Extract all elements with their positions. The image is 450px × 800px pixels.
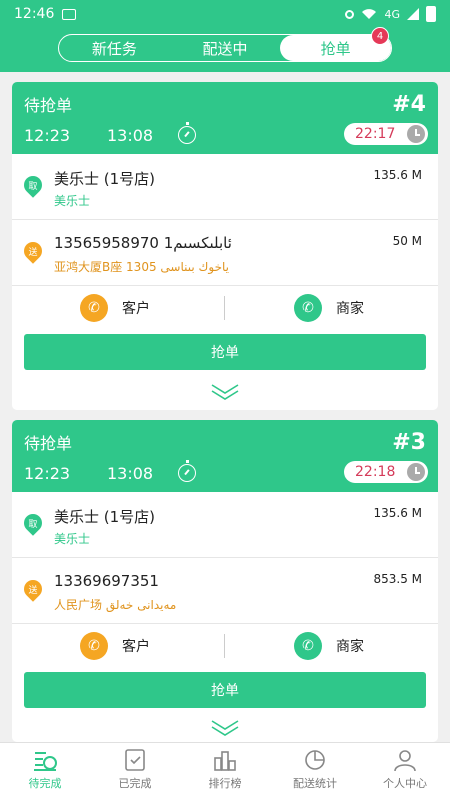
dropoff-sub: 人民广场 مەيدانى خەلق (54, 598, 177, 612)
tab-label: 新任务 (91, 39, 137, 58)
order-card: 待抢单 #3 12:23 13:08 22:18 取 美乐士 (1号店) 美乐士… (12, 420, 438, 742)
deadline-pill: 22:17 (344, 123, 428, 145)
stopwatch-icon (178, 460, 196, 482)
order-tabs: 新任务 配送中 抢单 4 (58, 27, 392, 62)
nav-label: 个人中心 (383, 777, 427, 790)
pin-label: 送 (28, 585, 38, 596)
pin-label: 送 (28, 247, 38, 258)
pickup-row[interactable]: 取 美乐士 (1号店) 美乐士 135.6 M (12, 154, 438, 220)
order-number: #3 (392, 430, 426, 455)
divider (224, 634, 225, 658)
signal-icon (407, 8, 419, 20)
network-label: 4G (384, 7, 400, 21)
order-status: 待抢单 (24, 96, 73, 115)
grab-order-button[interactable]: 抢单 (24, 672, 426, 708)
pickup-pin-icon: 取 (20, 172, 46, 198)
deadline-time: 22:18 (355, 464, 396, 480)
ranking-icon (214, 751, 236, 771)
pickup-name: 美乐士 (1号店) (54, 508, 156, 526)
dropoff-distance: 50 M (392, 234, 422, 248)
order-start-time: 12:23 (24, 464, 71, 483)
bottom-nav: 待完成 已完成 排行榜 配送统计 个人中心 (0, 742, 450, 800)
dropoff-row[interactable]: 送 13565958970 1ئابلىكسىم 亚鸿大厦B座 1305 ياخ… (12, 220, 438, 286)
tab-new-tasks[interactable]: 新任务 (59, 35, 170, 61)
call-row: ✆ 客户 ✆ 商家 (12, 286, 438, 330)
order-end-time: 13:08 (107, 126, 154, 145)
deadline-time: 22:17 (355, 126, 396, 142)
pickup-pin-icon: 取 (20, 510, 46, 536)
nav-label: 已完成 (118, 777, 152, 790)
order-number: #4 (392, 92, 426, 117)
stats-icon (305, 750, 325, 770)
order-card-header: 待抢单 #4 12:23 13:08 22:17 (12, 82, 438, 154)
clock-time: 12:46 (14, 6, 55, 22)
nav-profile[interactable]: 个人中心 (360, 743, 450, 800)
status-bar: 12:46 4G (0, 0, 450, 28)
order-card-header: 待抢单 #3 12:23 13:08 22:18 (12, 420, 438, 492)
wifi-icon (362, 9, 377, 19)
nav-stats[interactable]: 配送统计 (270, 743, 360, 800)
order-card: 待抢单 #4 12:23 13:08 22:17 取 美乐士 (1号店) 美乐士… (12, 82, 438, 410)
count-badge: 4 (371, 27, 390, 45)
grab-order-button[interactable]: 抢单 (24, 334, 426, 370)
pickup-distance: 135.6 M (373, 506, 422, 520)
nav-pending[interactable]: 待完成 (0, 743, 90, 800)
call-merchant-label: 商家 (336, 301, 364, 317)
dropoff-sub: 亚鸿大厦B座 1305 ياخوك بىناسى (54, 260, 230, 274)
pin-label: 取 (28, 181, 38, 192)
pickup-sub: 美乐士 (54, 194, 91, 208)
order-start-time: 12:23 (24, 126, 71, 145)
call-customer-button[interactable]: ✆ 客户 (80, 632, 150, 660)
profile-icon (394, 750, 416, 772)
pickup-sub: 美乐士 (54, 532, 91, 546)
nav-label: 配送统计 (293, 777, 337, 790)
call-customer-label: 客户 (122, 301, 150, 317)
location-icon (345, 9, 355, 19)
dropoff-name: 13565958970 1ئابلىكسىم (54, 234, 232, 252)
expand-chevron-icon[interactable] (210, 382, 240, 402)
phone-icon: ✆ (294, 632, 322, 660)
order-status: 待抢单 (24, 434, 73, 453)
phone-icon: ✆ (80, 294, 108, 322)
stopwatch-icon (178, 122, 196, 144)
pickup-distance: 135.6 M (373, 168, 422, 182)
pickup-row[interactable]: 取 美乐士 (1号店) 美乐士 135.6 M (12, 492, 438, 558)
call-customer-button[interactable]: ✆ 客户 (80, 294, 150, 322)
nav-label: 待完成 (28, 777, 62, 790)
call-merchant-button[interactable]: ✆ 商家 (294, 632, 364, 660)
deadline-pill: 22:18 (344, 461, 428, 483)
image-notification-icon (62, 8, 77, 20)
nav-label: 排行榜 (208, 777, 242, 790)
dropoff-pin-icon: 送 (20, 576, 46, 602)
clock-icon (407, 125, 425, 143)
nav-ranking[interactable]: 排行榜 (180, 743, 270, 800)
phone-icon: ✆ (80, 632, 108, 660)
tab-label: 配送中 (202, 39, 248, 58)
call-customer-label: 客户 (122, 639, 150, 655)
call-merchant-label: 商家 (336, 639, 364, 655)
dropoff-row[interactable]: 送 13369697351 人民广场 مەيدانى خەلق 853.5 M (12, 558, 438, 624)
nav-completed[interactable]: 已完成 (90, 743, 180, 800)
dropoff-distance: 853.5 M (373, 572, 422, 586)
tab-delivering[interactable]: 配送中 (170, 35, 281, 61)
pin-label: 取 (28, 519, 38, 530)
call-row: ✆ 客户 ✆ 商家 (12, 624, 438, 668)
divider (224, 296, 225, 320)
phone-icon: ✆ (294, 294, 322, 322)
dropoff-name: 13369697351 (54, 572, 159, 590)
completed-icon (125, 749, 145, 771)
clock-icon (407, 463, 425, 481)
pickup-name: 美乐士 (1号店) (54, 170, 156, 188)
tab-label: 抢单 (320, 39, 351, 58)
order-end-time: 13:08 (107, 464, 154, 483)
tab-grab-orders[interactable]: 抢单 4 (280, 27, 392, 61)
call-merchant-button[interactable]: ✆ 商家 (294, 294, 364, 322)
expand-chevron-icon[interactable] (210, 718, 240, 738)
pending-icon (34, 752, 57, 771)
battery-icon (426, 6, 436, 22)
dropoff-pin-icon: 送 (20, 238, 46, 264)
header: 新任务 配送中 抢单 4 (0, 27, 450, 72)
